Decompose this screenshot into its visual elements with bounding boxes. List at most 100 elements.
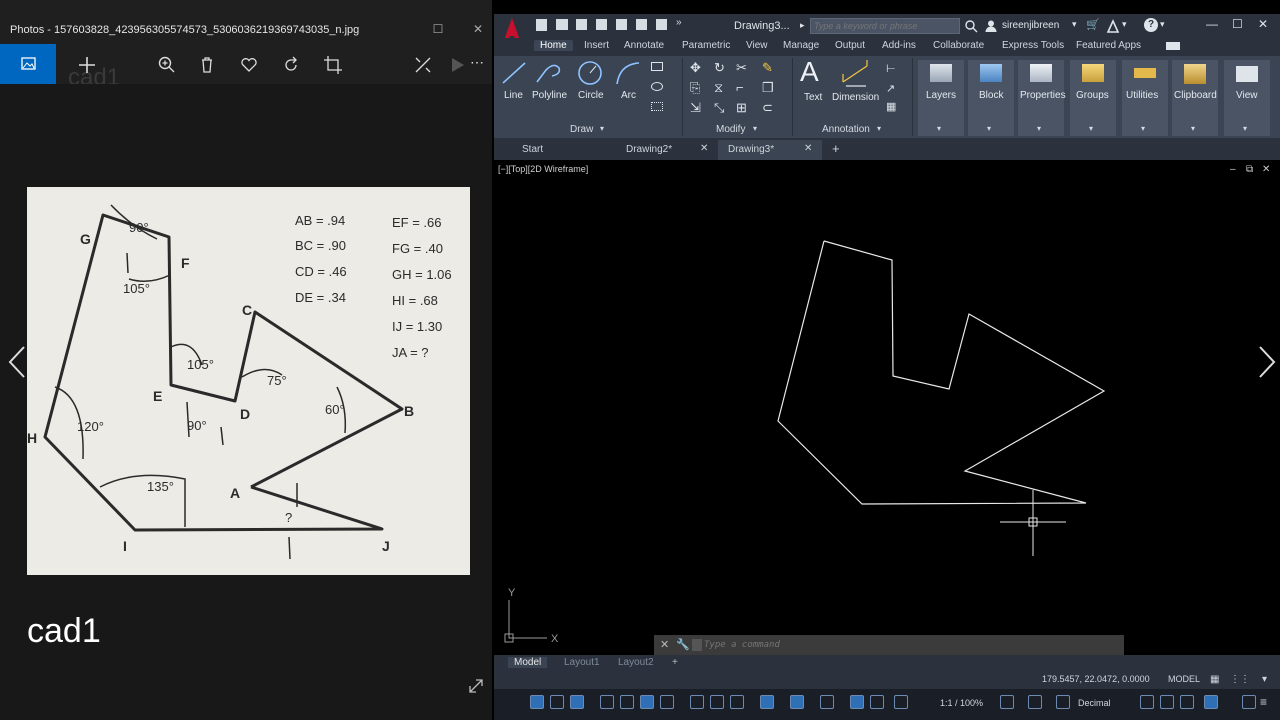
panel-view[interactable]: View ▾	[1224, 60, 1270, 136]
autodesk-a360-icon[interactable]	[1106, 19, 1120, 33]
delete-icon[interactable]	[196, 54, 218, 76]
tab-collaborate[interactable]: Collaborate	[933, 40, 984, 51]
tab-home[interactable]: Home	[534, 40, 573, 51]
tab-model[interactable]: Model	[508, 657, 548, 668]
rotate-icon[interactable]	[280, 54, 302, 76]
annotation-scale[interactable]: 1:1 / 100%	[940, 698, 983, 708]
tab-annotate[interactable]: Annotate	[624, 40, 664, 51]
rotate-icon[interactable]: ↻	[714, 60, 725, 76]
dimension-tool[interactable]: Dimension	[832, 92, 879, 103]
panel-block[interactable]: Block ▾	[968, 60, 1014, 136]
dynamic-input-icon[interactable]	[620, 695, 634, 709]
search-icon[interactable]	[964, 19, 978, 33]
help-icon[interactable]: ?	[1144, 18, 1158, 32]
hatch-icon[interactable]	[651, 102, 663, 111]
dimension-icon[interactable]	[840, 60, 870, 88]
cart-icon[interactable]: 🛒	[1086, 18, 1100, 31]
dynamic-ucs-icon[interactable]	[760, 695, 774, 709]
stretch-icon[interactable]: ⇲	[690, 100, 701, 116]
web-icon[interactable]	[616, 19, 627, 30]
save-icon[interactable]	[576, 19, 587, 30]
add-icon[interactable]	[76, 54, 98, 76]
previous-arrow-icon[interactable]	[6, 345, 28, 379]
command-input[interactable]	[704, 638, 1114, 652]
user-dropdown-icon[interactable]: ▾	[1072, 19, 1077, 30]
auto-scale-icon[interactable]	[870, 695, 884, 709]
text-icon[interactable]: A	[800, 56, 819, 88]
annotation-visibility-icon[interactable]	[850, 695, 864, 709]
close-tab-icon[interactable]: ✕	[700, 143, 708, 154]
graphics-performance-icon[interactable]	[1204, 695, 1218, 709]
more-tools-icon[interactable]: »	[676, 17, 682, 28]
polyline-tool[interactable]: Polyline	[532, 90, 567, 101]
draw-expand-icon[interactable]: ▾	[600, 124, 604, 133]
isodraft-icon[interactable]	[600, 695, 614, 709]
line-icon[interactable]	[500, 60, 528, 86]
maximize-icon[interactable]: ☐	[1232, 17, 1243, 31]
circle-icon[interactable]	[576, 60, 604, 86]
tab-layout1[interactable]: Layout1	[564, 657, 600, 668]
user-name[interactable]: sireenjibreen	[1002, 20, 1059, 31]
next-arrow-icon[interactable]	[1256, 345, 1278, 379]
restore-icon[interactable]: ☐	[428, 22, 448, 38]
arc-icon[interactable]	[614, 60, 642, 86]
trim-icon[interactable]: ✂	[736, 60, 747, 76]
close-tab-icon[interactable]: ✕	[804, 143, 812, 154]
leader-icon[interactable]: ↗	[886, 82, 895, 95]
linear-dimension-icon[interactable]: ⊢	[886, 62, 896, 75]
new-tab-icon[interactable]: +	[832, 141, 840, 156]
3d-osnap-icon[interactable]	[730, 695, 744, 709]
fillet-icon[interactable]: ⌐	[736, 80, 744, 95]
tab-manage[interactable]: Manage	[783, 40, 819, 51]
panel-utilities[interactable]: Utilities ▾	[1122, 60, 1168, 136]
ribbon-toggle-icon[interactable]	[1166, 42, 1180, 50]
transparency-icon[interactable]	[690, 695, 704, 709]
polar-tracking-icon[interactable]	[570, 695, 584, 709]
tab-layout2[interactable]: Layout2	[618, 657, 654, 668]
user-icon[interactable]	[984, 19, 998, 33]
lock-ui-icon[interactable]	[1160, 695, 1174, 709]
units-icon[interactable]	[1056, 695, 1070, 709]
search-input[interactable]	[810, 18, 960, 34]
line-tool[interactable]: Line	[504, 90, 523, 101]
text-tool[interactable]: Text	[804, 92, 822, 103]
annotation-scale-icon[interactable]	[894, 695, 908, 709]
coordinate-readout[interactable]: 179.5457, 22.0472, 0.0000	[1042, 674, 1150, 684]
panel-groups[interactable]: Groups ▾	[1070, 60, 1116, 136]
gizmo-icon[interactable]	[820, 695, 834, 709]
crop-icon[interactable]	[322, 54, 344, 76]
customization-icon[interactable]: ≡	[1260, 695, 1267, 709]
close-icon[interactable]: ✕	[1258, 17, 1268, 31]
tab-insert[interactable]: Insert	[584, 40, 609, 51]
save-as-icon[interactable]	[596, 19, 607, 30]
play-icon[interactable]	[446, 54, 468, 76]
close-icon[interactable]: ✕	[660, 638, 669, 651]
ortho-icon[interactable]	[550, 695, 564, 709]
grid-icon[interactable]: ▦	[1210, 674, 1219, 685]
more-icon[interactable]: ⋯	[470, 54, 484, 71]
new-file-icon[interactable]	[536, 19, 547, 31]
object-snap-tracking-icon[interactable]	[640, 695, 654, 709]
panel-draw-title[interactable]: Draw	[570, 124, 593, 135]
panel-clipboard[interactable]: Clipboard ▾	[1172, 60, 1218, 136]
panel-layers[interactable]: Layers ▾	[918, 60, 964, 136]
table-icon[interactable]: ▦	[886, 100, 896, 113]
panel-annotation-title[interactable]: Annotation	[822, 124, 870, 135]
mirror-icon[interactable]: ⧖	[714, 80, 723, 96]
offset-icon[interactable]: ⊂	[762, 100, 773, 116]
a360-dropdown-icon[interactable]: ▾	[1122, 19, 1127, 30]
clean-screen-icon[interactable]	[1242, 695, 1256, 709]
view-photo-button[interactable]	[0, 44, 56, 84]
snap-icon[interactable]: ⋮⋮	[1230, 674, 1250, 685]
command-history-icon[interactable]	[692, 639, 702, 651]
tab-parametric[interactable]: Parametric	[682, 40, 730, 51]
panel-modify-title[interactable]: Modify	[716, 124, 745, 135]
zoom-icon[interactable]	[156, 54, 178, 76]
model-space-toggle[interactable]: MODEL	[1168, 674, 1200, 684]
ellipse-icon[interactable]	[651, 82, 663, 91]
polyline-icon[interactable]	[534, 60, 562, 86]
minimize-icon[interactable]: —	[1206, 17, 1218, 31]
add-layout-icon[interactable]: +	[672, 657, 678, 668]
explode-icon[interactable]: ❒	[762, 80, 774, 96]
quick-properties-icon[interactable]	[1140, 695, 1154, 709]
